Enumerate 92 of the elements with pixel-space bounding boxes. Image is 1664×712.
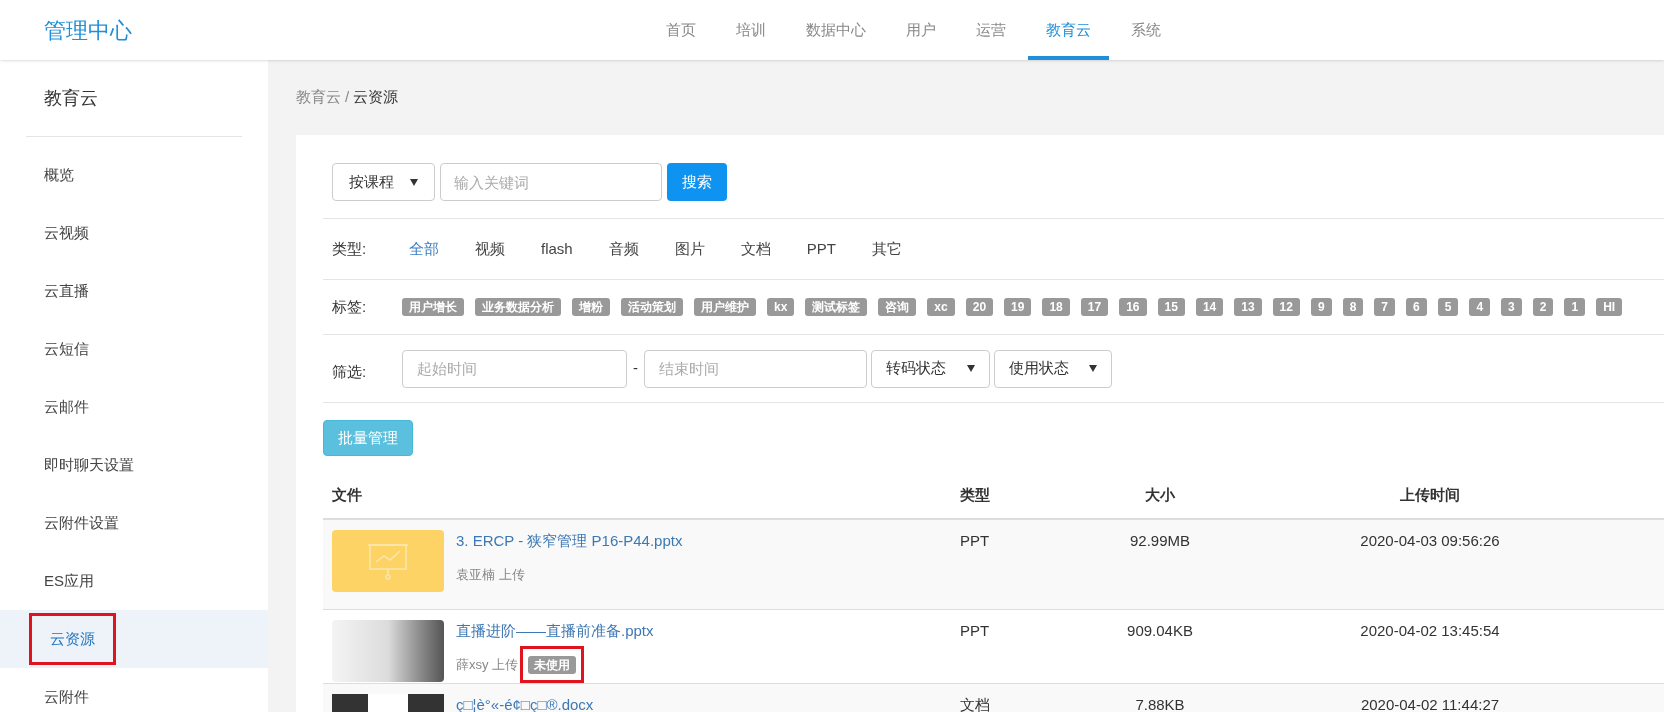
tag-chip[interactable]: 2 bbox=[1532, 298, 1554, 316]
nav-tab[interactable]: 用户 bbox=[888, 0, 954, 60]
tag-chip[interactable]: 17 bbox=[1080, 298, 1109, 316]
column-header: 类型 bbox=[960, 485, 991, 506]
sidebar-item[interactable]: 云视频 bbox=[0, 204, 268, 262]
search-button[interactable]: 搜索 bbox=[667, 163, 727, 201]
type-cell-text: 文档 bbox=[960, 695, 991, 712]
tag-chip[interactable]: 20 bbox=[965, 298, 994, 316]
usage-select[interactable]: 使用状态 bbox=[994, 349, 1112, 388]
breadcrumb-link[interactable]: 教育云 bbox=[296, 86, 341, 109]
tag-chip[interactable]: 用户增长 bbox=[402, 298, 464, 316]
presentation-chart-icon bbox=[366, 542, 410, 580]
nav-tab[interactable]: 培训 bbox=[718, 0, 784, 60]
type-cell-text: PPT bbox=[960, 531, 991, 551]
batch-manage-button[interactable]: 批量管理 bbox=[323, 420, 413, 456]
filter-label: 筛选: bbox=[332, 362, 368, 383]
caret-icon bbox=[1089, 365, 1097, 372]
tag-chip[interactable]: 8 bbox=[1342, 298, 1364, 316]
tag-chip[interactable]: 咨询 bbox=[878, 298, 917, 316]
type-filter-option[interactable]: 其它 bbox=[871, 237, 902, 261]
breadcrumb-current: 云资源 bbox=[353, 87, 399, 108]
tag-chip[interactable]: 5 bbox=[1437, 298, 1459, 316]
file-name-link[interactable]: 直播进阶——直播前准备.pptx bbox=[456, 620, 654, 643]
uploader-text: 袁亚楠 上传 bbox=[456, 565, 525, 584]
tag-chip[interactable]: kx bbox=[767, 298, 795, 316]
sidebar-item[interactable]: 云附件 bbox=[0, 668, 268, 712]
type-cell-text: PPT bbox=[960, 621, 991, 641]
status-badge: 未使用 bbox=[528, 655, 577, 674]
tag-chip[interactable]: 9 bbox=[1310, 298, 1332, 316]
column-header: 文件 bbox=[331, 485, 363, 506]
filter-label: 类型: bbox=[332, 238, 368, 259]
size-cell-text: 7.88KB bbox=[1135, 695, 1185, 712]
column-header: 上传时间 bbox=[1400, 485, 1460, 506]
tag-chip[interactable]: 12 bbox=[1272, 298, 1300, 316]
search-field[interactable]: 输入关键词 bbox=[440, 163, 662, 201]
nav-tab[interactable]: 系统 bbox=[1113, 0, 1179, 60]
tag-chip[interactable]: 13 bbox=[1234, 298, 1262, 316]
tag-chip[interactable]: 7 bbox=[1374, 298, 1395, 316]
site-logo[interactable]: 管理中心 bbox=[44, 13, 132, 47]
sidebar-item[interactable]: 云直播 bbox=[0, 262, 268, 320]
tag-chip[interactable]: 增粉 bbox=[572, 298, 610, 316]
sidebar-item[interactable]: 云短信 bbox=[0, 320, 268, 378]
filter-label: 标签: bbox=[332, 296, 368, 317]
upload-time-cell-text: 2020-04-02 13:45:54 bbox=[1360, 621, 1500, 641]
sidebar-item[interactable]: 即时聊天设置 bbox=[0, 436, 268, 494]
nav-tab[interactable]: 数据中心 bbox=[788, 0, 884, 60]
type-filter-option[interactable]: 文档 bbox=[740, 237, 771, 261]
type-filter-option[interactable]: flash bbox=[541, 237, 573, 261]
uploader-text: 薛xsy 上传 bbox=[456, 655, 519, 674]
sidebar-item[interactable]: ES应用 bbox=[0, 552, 268, 610]
type-filter-option[interactable]: 音频 bbox=[608, 237, 639, 261]
size-cell-text: 92.99MB bbox=[1129, 531, 1190, 551]
tag-chip[interactable]: 活动策划 bbox=[621, 298, 683, 316]
tag-chip[interactable]: 测试标签 bbox=[805, 298, 868, 316]
tag-chip[interactable]: 18 bbox=[1042, 298, 1070, 316]
tag-chip[interactable]: 用户维护 bbox=[694, 298, 756, 316]
tag-chip[interactable]: xc bbox=[927, 298, 955, 316]
transcode-select[interactable]: 转码状态 bbox=[871, 349, 990, 388]
caret-icon bbox=[410, 178, 418, 186]
size-cell-text: 909.04KB bbox=[1127, 621, 1193, 641]
end-date-field[interactable]: 结束时间 bbox=[644, 349, 867, 388]
type-filter-option[interactable]: 全部 bbox=[409, 237, 439, 261]
breadcrumb-separator: / bbox=[345, 87, 350, 108]
type-filter-option[interactable]: PPT bbox=[806, 237, 836, 261]
tag-chip[interactable]: 6 bbox=[1406, 298, 1427, 316]
tag-chip[interactable]: 4 bbox=[1469, 298, 1491, 316]
tag-chip[interactable]: 3 bbox=[1501, 298, 1522, 316]
nav-tab[interactable]: 运营 bbox=[958, 0, 1024, 60]
tag-chip[interactable]: 15 bbox=[1157, 298, 1185, 316]
upload-time-cell-text: 2020-04-03 09:56:26 bbox=[1360, 531, 1500, 551]
file-name-link[interactable]: 3. ERCP - 狭窄管理 P16-P44.pptx bbox=[456, 530, 683, 553]
sidebar-item[interactable]: 概览 bbox=[0, 146, 268, 204]
nav-tab[interactable]: 教育云 bbox=[1028, 0, 1109, 60]
column-header: 大小 bbox=[1145, 485, 1175, 506]
caret-icon bbox=[967, 365, 975, 372]
start-date-field[interactable]: 起始时间 bbox=[402, 349, 627, 388]
tag-chip[interactable]: 19 bbox=[1004, 298, 1032, 316]
type-filter-option[interactable]: 视频 bbox=[475, 237, 505, 261]
tag-chip[interactable]: 业务数据分析 bbox=[475, 298, 561, 316]
nav-tab[interactable]: 首页 bbox=[648, 0, 714, 60]
sidebar-item[interactable]: 云邮件 bbox=[0, 378, 268, 436]
scope-select[interactable]: 按课程 bbox=[332, 163, 435, 201]
sidebar-item[interactable]: 云资源 bbox=[0, 610, 268, 668]
tag-chip[interactable]: HI bbox=[1596, 298, 1623, 316]
sidebar-title: 教育云 bbox=[43, 86, 98, 110]
type-filter-option[interactable]: 图片 bbox=[674, 237, 705, 261]
tag-chip[interactable]: 16 bbox=[1119, 298, 1147, 316]
upload-time-cell-text: 2020-04-02 11:44:27 bbox=[1360, 695, 1500, 712]
sidebar-item[interactable]: 云附件设置 bbox=[0, 494, 268, 552]
tag-chip[interactable]: 14 bbox=[1195, 298, 1224, 316]
range-dash: - bbox=[633, 358, 638, 379]
tag-chip[interactable]: 1 bbox=[1564, 298, 1586, 316]
